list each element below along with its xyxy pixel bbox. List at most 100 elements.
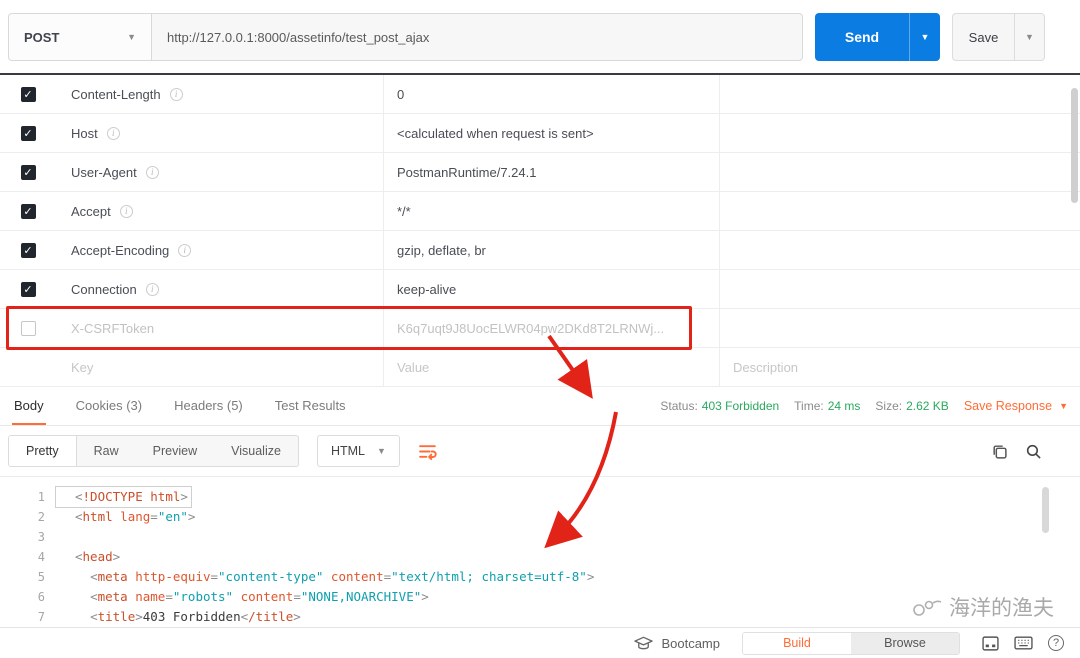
tab-headers-5[interactable]: Headers (5) — [172, 387, 245, 425]
header-key: Content-Length — [71, 87, 161, 102]
search-button[interactable] — [1025, 443, 1042, 460]
code-text: <title>403 Forbidden</title> — [56, 607, 301, 627]
header-key: User-Agent — [71, 165, 137, 180]
key-cell[interactable]: X-CSRFToken — [56, 309, 383, 347]
status-bar: Bootcamp Build Browse ? — [0, 627, 1080, 658]
new-key-cell[interactable]: Key — [56, 348, 383, 386]
size-value: 2.62 KB — [906, 399, 949, 413]
key-cell[interactable]: Accepti — [56, 192, 383, 230]
save-options-button[interactable]: ▼ — [1014, 14, 1044, 60]
placeholder-checkbox-cell — [0, 348, 56, 386]
bootcamp-button[interactable]: Bootcamp — [634, 636, 720, 651]
new-description-cell[interactable]: Description — [719, 348, 1080, 386]
two-pane-icon — [982, 636, 999, 651]
description-cell[interactable] — [719, 309, 1080, 347]
send-options-button[interactable]: ▼ — [909, 13, 940, 61]
shortcuts-button[interactable] — [1014, 636, 1033, 650]
description-cell[interactable] — [719, 153, 1080, 191]
url-input[interactable] — [151, 13, 803, 61]
send-button[interactable]: Send — [815, 13, 909, 61]
browse-tab[interactable]: Browse — [851, 633, 959, 654]
line-number: 1 — [0, 487, 56, 507]
request-bar: POST ▼ Send ▼ Save ▼ — [0, 0, 1080, 73]
value-cell[interactable]: <calculated when request is sent> — [383, 114, 719, 152]
method-select[interactable]: POST ▼ — [8, 13, 151, 61]
page-scrollbar-thumb[interactable] — [1071, 88, 1078, 203]
row-checkbox[interactable]: ✓ — [21, 243, 36, 258]
row-checkbox[interactable]: ✓ — [21, 87, 36, 102]
row-checkbox[interactable]: ✓ — [21, 165, 36, 180]
value-cell[interactable]: */* — [383, 192, 719, 230]
method-label: POST — [24, 30, 59, 45]
line-number: 2 — [0, 507, 56, 527]
value-cell[interactable]: 0 — [383, 75, 719, 113]
new-value-cell[interactable]: Value — [383, 348, 719, 386]
help-button[interactable]: ? — [1048, 635, 1064, 651]
wrap-lines-button[interactable] — [418, 442, 437, 461]
line-number: 7 — [0, 607, 56, 627]
checkbox-cell: ✓ — [0, 270, 56, 308]
tab-cookies-3[interactable]: Cookies (3) — [74, 387, 144, 425]
key-cell[interactable]: User-Agenti — [56, 153, 383, 191]
key-cell[interactable]: Accept-Encodingi — [56, 231, 383, 269]
row-checkbox[interactable] — [21, 321, 36, 336]
row-checkbox[interactable]: ✓ — [21, 204, 36, 219]
code-text: <meta http-equiv="content-type" content=… — [56, 567, 594, 587]
mode-visualize[interactable]: Visualize — [214, 436, 298, 466]
save-split-button: Save ▼ — [952, 13, 1045, 61]
line-number: 3 — [0, 527, 56, 547]
viewer-toolbar: PrettyRawPreviewVisualize HTML ▼ — [0, 426, 1080, 476]
chevron-down-icon: ▼ — [1025, 32, 1034, 42]
key-cell[interactable]: Content-Lengthi — [56, 75, 383, 113]
value-cell[interactable]: PostmanRuntime/7.24.1 — [383, 153, 719, 191]
line-number: 6 — [0, 587, 56, 607]
viewer-actions — [991, 443, 1072, 460]
line-number: 4 — [0, 547, 56, 567]
row-checkbox[interactable]: ✓ — [21, 282, 36, 297]
mode-raw[interactable]: Raw — [77, 436, 136, 466]
build-browse-toggle: Build Browse — [742, 632, 960, 655]
key-cell[interactable]: Connectioni — [56, 270, 383, 308]
checkbox-cell: ✓ — [0, 75, 56, 113]
row-checkbox[interactable]: ✓ — [21, 126, 36, 141]
size-metric: Size:2.62 KB — [875, 399, 948, 413]
code-text: <!DOCTYPE html> — [56, 487, 191, 507]
code-text: <html lang="en"> — [56, 507, 195, 527]
value-cell[interactable]: gzip, deflate, br — [383, 231, 719, 269]
description-cell[interactable] — [719, 192, 1080, 230]
copy-button[interactable] — [991, 443, 1008, 460]
response-tab-bar: Body Cookies (3) Headers (5) Test Results S… — [0, 387, 1080, 426]
language-select[interactable]: HTML ▼ — [317, 435, 400, 467]
description-cell[interactable] — [719, 231, 1080, 269]
save-response-button[interactable]: Save Response ▼ — [964, 399, 1068, 413]
view-mode-group: PrettyRawPreviewVisualize — [8, 435, 299, 467]
value-cell[interactable]: K6q7uqt9J8UocELWR04pw2DKd8T2LRNWj... — [383, 309, 719, 347]
header-row: ✓ Content-Lengthi0 — [0, 75, 1080, 114]
response-tabs: Body Cookies (3) Headers (5) Test Results — [12, 387, 348, 425]
code-line: 3 — [0, 527, 1080, 547]
tab-body[interactable]: Body — [12, 387, 46, 425]
code-line: 2<html lang="en"> — [0, 507, 1080, 527]
key-cell[interactable]: Hosti — [56, 114, 383, 152]
header-row: ✓ Hosti<calculated when request is sent> — [0, 114, 1080, 153]
code-line: 4<head> — [0, 547, 1080, 567]
two-pane-view-button[interactable] — [982, 636, 999, 651]
keyboard-icon — [1014, 636, 1033, 650]
description-cell[interactable] — [719, 114, 1080, 152]
description-cell[interactable] — [719, 270, 1080, 308]
mode-preview[interactable]: Preview — [136, 436, 214, 466]
checkbox-cell: ✓ — [0, 231, 56, 269]
value-cell[interactable]: keep-alive — [383, 270, 719, 308]
header-row: ✓ Accepti*/* — [0, 192, 1080, 231]
mode-pretty[interactable]: Pretty — [9, 436, 77, 466]
tab-test-results[interactable]: Test Results — [273, 387, 348, 425]
line-number: 5 — [0, 567, 56, 587]
chevron-down-icon: ▼ — [377, 446, 386, 456]
build-tab[interactable]: Build — [743, 633, 851, 654]
footer-icons: ? — [982, 635, 1064, 651]
editor-scrollbar-thumb[interactable] — [1042, 487, 1049, 533]
description-cell[interactable] — [719, 75, 1080, 113]
save-button[interactable]: Save — [953, 14, 1014, 60]
info-icon: i — [178, 244, 191, 257]
checkbox-cell: ✓ — [0, 153, 56, 191]
